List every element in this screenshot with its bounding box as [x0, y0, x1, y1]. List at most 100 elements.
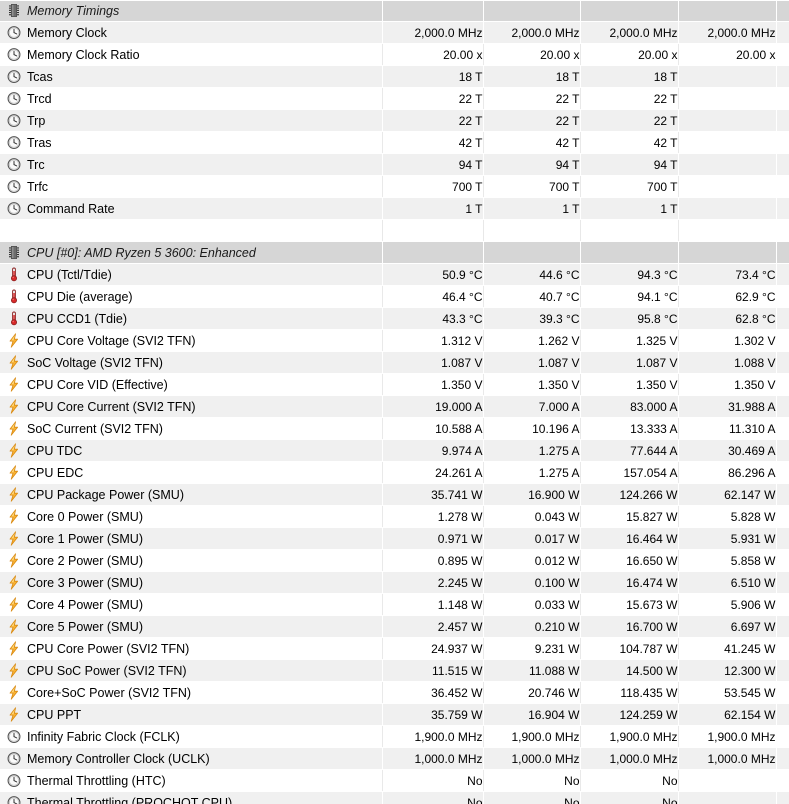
sensor-value-cell[interactable]: 94 T [579, 153, 678, 176]
sensor-value-cell[interactable]: 36.452 W [381, 681, 483, 704]
sensor-value-cell[interactable]: 16.904 W [482, 703, 580, 726]
sensor-value-cell[interactable]: 22 T [381, 87, 483, 110]
sensor-value-cell[interactable]: 41.245 W [677, 637, 776, 660]
sensor-value-cell[interactable]: 2.457 W [381, 615, 483, 638]
sensor-value-cell[interactable]: 1.350 V [482, 373, 580, 396]
sensor-value-cell[interactable]: 94 T [482, 153, 580, 176]
sensor-value-cell[interactable]: 1 T [482, 197, 580, 220]
sensor-value-cell[interactable]: 39.3 °C [482, 307, 580, 330]
sensor-row[interactable]: Trc 94 T 94 T 94 T [0, 153, 789, 176]
sensor-value-cell[interactable]: 16.900 W [482, 483, 580, 506]
sensor-value-cell[interactable]: 20.00 x [381, 43, 483, 66]
sensor-value-cell[interactable]: 1.312 V [381, 329, 483, 352]
sensor-value-cell[interactable]: 24.261 A [381, 461, 483, 484]
sensor-value-cell[interactable]: 11.515 W [381, 659, 483, 682]
sensor-value-cell[interactable]: 46.4 °C [381, 285, 483, 308]
sensor-value-cell[interactable]: 1.275 A [482, 439, 580, 462]
sensor-value-cell[interactable]: 1.262 V [482, 329, 580, 352]
sensor-value-cell[interactable]: 1.087 V [381, 351, 483, 374]
sensor-value-cell[interactable]: 22 T [381, 109, 483, 132]
sensor-row[interactable]: Core 5 Power (SMU) 2.457 W 0.210 W 16.700 W… [0, 615, 789, 638]
sensor-row[interactable]: CPU SoC Power (SVI2 TFN) 11.515 W 11.088 W… [0, 659, 789, 682]
sensor-row[interactable]: Memory Controller Clock (UCLK) 1,000.0 MH… [0, 747, 789, 770]
sensor-value-cell[interactable]: 35.741 W [381, 483, 483, 506]
sensor-value-cell[interactable]: No [381, 791, 483, 804]
sensor-value-cell[interactable]: 124.266 W [579, 483, 678, 506]
sensor-value-cell[interactable]: 2,000.0 MHz [482, 21, 580, 44]
sensor-value-cell[interactable]: 20.00 x [579, 43, 678, 66]
sensor-value-cell[interactable]: 94.3 °C [579, 263, 678, 286]
sensor-value-cell[interactable]: 20.00 x [482, 43, 580, 66]
sensor-row[interactable]: CPU CCD1 (Tdie) 43.3 °C 39.3 °C 95.8 °C 62.8… [0, 307, 789, 330]
sensor-row[interactable]: CPU TDC 9.974 A 1.275 A 77.644 A 30.469 A [0, 439, 789, 462]
sensor-value-cell[interactable]: 30.469 A [677, 439, 776, 462]
sensor-row[interactable]: CPU Core Power (SVI2 TFN) 24.937 W 9.231 W… [0, 637, 789, 660]
sensor-value-cell[interactable]: 24.937 W [381, 637, 483, 660]
sensor-value-cell[interactable]: 73.4 °C [677, 263, 776, 286]
sensor-value-cell[interactable]: 94.1 °C [579, 285, 678, 308]
sensor-value-cell[interactable]: 0.017 W [482, 527, 580, 550]
sensor-value-cell[interactable]: 0.033 W [482, 593, 580, 616]
sensor-value-cell[interactable]: 1,000.0 MHz [482, 747, 580, 770]
sensor-value-cell[interactable]: 1.087 V [482, 351, 580, 374]
sensor-value-cell[interactable]: 35.759 W [381, 703, 483, 726]
sensor-row[interactable]: SoC Voltage (SVI2 TFN) 1.087 V 1.087 V 1.08… [0, 351, 789, 374]
sensor-value-cell[interactable]: No [579, 769, 678, 792]
sensor-value-cell[interactable]: 16.700 W [579, 615, 678, 638]
sensor-value-cell[interactable]: 5.828 W [677, 505, 776, 528]
sensor-row[interactable]: CPU Core VID (Effective) 1.350 V 1.350 V 1.… [0, 373, 789, 396]
sensor-value-cell[interactable]: 1.350 V [381, 373, 483, 396]
sensor-row[interactable]: CPU Package Power (SMU) 35.741 W 16.900 W1… [0, 483, 789, 506]
sensor-value-cell[interactable]: 1,000.0 MHz [579, 747, 678, 770]
sensor-value-cell[interactable]: 15.673 W [579, 593, 678, 616]
sensor-value-cell[interactable]: 1,000.0 MHz [381, 747, 483, 770]
section-header-row[interactable]: Memory Timings [0, 0, 789, 22]
sensor-row[interactable]: Memory Clock 2,000.0 MHz 2,000.0 MHz 2,000.… [0, 21, 789, 44]
sensor-value-cell[interactable]: 118.435 W [579, 681, 678, 704]
sensor-value-cell[interactable] [677, 87, 776, 110]
sensor-value-cell[interactable]: 10.196 A [482, 417, 580, 440]
sensor-row[interactable]: Core 0 Power (SMU) 1.278 W 0.043 W 15.827 W… [0, 505, 789, 528]
sensor-value-cell[interactable]: 7.000 A [482, 395, 580, 418]
sensor-row[interactable]: Trp 22 T 22 T 22 T [0, 109, 789, 132]
sensor-value-cell[interactable]: 5.858 W [677, 549, 776, 572]
sensor-value-cell[interactable]: 11.310 A [677, 417, 776, 440]
sensor-value-cell[interactable]: 0.210 W [482, 615, 580, 638]
sensor-row[interactable]: Tras 42 T 42 T 42 T [0, 131, 789, 154]
sensor-value-cell[interactable]: 62.154 W [677, 703, 776, 726]
sensor-value-cell[interactable]: 77.644 A [579, 439, 678, 462]
sensor-value-cell[interactable]: 53.545 W [677, 681, 776, 704]
sensor-value-cell[interactable]: 11.088 W [482, 659, 580, 682]
sensor-value-cell[interactable]: 1.088 V [677, 351, 776, 374]
sensor-value-cell[interactable]: 1.350 V [677, 373, 776, 396]
sensor-value-cell[interactable]: 16.650 W [579, 549, 678, 572]
sensor-value-cell[interactable]: 50.9 °C [381, 263, 483, 286]
sensor-value-cell[interactable]: 62.9 °C [677, 285, 776, 308]
sensor-value-cell[interactable] [677, 109, 776, 132]
sensor-row[interactable]: CPU Die (average) 46.4 °C 40.7 °C 94.1 °C 62… [0, 285, 789, 308]
sensor-value-cell[interactable]: 6.697 W [677, 615, 776, 638]
sensor-row[interactable]: Thermal Throttling (HTC) No No No [0, 769, 789, 792]
sensor-value-cell[interactable]: 15.827 W [579, 505, 678, 528]
sensor-value-cell[interactable]: 43.3 °C [381, 307, 483, 330]
sensor-value-cell[interactable] [677, 131, 776, 154]
sensor-value-cell[interactable]: 20.746 W [482, 681, 580, 704]
sensor-value-cell[interactable]: 1,900.0 MHz [482, 725, 580, 748]
sensor-value-cell[interactable]: 0.012 W [482, 549, 580, 572]
sensor-row[interactable]: CPU EDC 24.261 A 1.275 A 157.054 A 86.296 A [0, 461, 789, 484]
sensor-value-cell[interactable]: 9.974 A [381, 439, 483, 462]
sensor-value-cell[interactable]: 0.971 W [381, 527, 483, 550]
sensor-value-cell[interactable]: 16.464 W [579, 527, 678, 550]
sensor-value-cell[interactable]: 14.500 W [579, 659, 678, 682]
sensor-row[interactable]: Core+SoC Power (SVI2 TFN) 36.452 W 20.746 … [0, 681, 789, 704]
sensor-value-cell[interactable]: 44.6 °C [482, 263, 580, 286]
sensor-value-cell[interactable]: 22 T [579, 87, 678, 110]
sensor-value-cell[interactable]: 1.087 V [579, 351, 678, 374]
sensor-value-cell[interactable]: 700 T [482, 175, 580, 198]
sensor-value-cell[interactable] [677, 791, 776, 804]
sensor-value-cell[interactable]: 42 T [381, 131, 483, 154]
sensor-value-cell[interactable]: 12.300 W [677, 659, 776, 682]
sensor-value-cell[interactable]: 1.302 V [677, 329, 776, 352]
sensor-value-cell[interactable]: 20.00 x [677, 43, 776, 66]
sensor-row[interactable]: CPU (Tctl/Tdie) 50.9 °C 44.6 °C 94.3 °C 73.4… [0, 263, 789, 286]
